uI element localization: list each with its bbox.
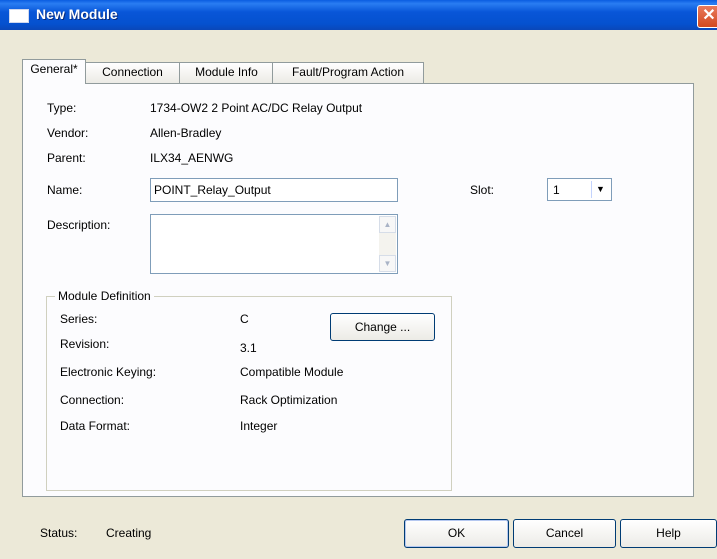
status-value: Creating xyxy=(106,526,152,540)
change-button[interactable]: Change ... xyxy=(330,313,435,341)
type-value: 1734-OW2 2 Point AC/DC Relay Output xyxy=(150,101,363,115)
connection-value: Rack Optimization xyxy=(240,393,338,407)
slot-select[interactable]: 1 ▼ xyxy=(547,178,612,201)
tab-module-info[interactable]: Module Info xyxy=(179,62,274,83)
parent-label: Parent: xyxy=(47,151,86,165)
window-icon xyxy=(9,9,29,23)
tab-connection[interactable]: Connection xyxy=(83,62,182,83)
module-definition-title: Module Definition xyxy=(55,289,154,303)
scroll-down-icon[interactable]: ▼ xyxy=(379,255,396,272)
name-label: Name: xyxy=(47,183,83,197)
parent-value: ILX34_AENWG xyxy=(150,151,234,165)
name-input[interactable]: POINT_Relay_Output xyxy=(150,178,398,202)
title-bar: New Module ✕ xyxy=(0,0,717,30)
type-label: Type: xyxy=(47,101,77,115)
electronic-keying-value: Compatible Module xyxy=(240,365,344,379)
series-label: Series: xyxy=(60,312,98,326)
window-title: New Module xyxy=(36,6,118,22)
description-textarea[interactable]: ▲ ▼ xyxy=(150,214,398,274)
help-button[interactable]: Help xyxy=(620,519,717,548)
slot-value: 1 xyxy=(553,183,560,197)
data-format-value: Integer xyxy=(240,419,278,433)
status-label: Status: xyxy=(40,526,78,540)
connection-label: Connection: xyxy=(60,393,125,407)
cancel-button[interactable]: Cancel xyxy=(513,519,616,548)
slot-label: Slot: xyxy=(470,183,495,197)
description-label: Description: xyxy=(47,218,111,232)
data-format-label: Data Format: xyxy=(60,419,131,433)
revision-label: Revision: xyxy=(60,337,110,351)
close-button[interactable]: ✕ xyxy=(697,5,717,28)
vendor-value: Allen-Bradley xyxy=(150,126,222,140)
series-value: C xyxy=(240,312,249,326)
tab-general[interactable]: General* xyxy=(22,59,86,84)
scroll-up-icon[interactable]: ▲ xyxy=(379,216,396,233)
description-scrollbar[interactable]: ▲ ▼ xyxy=(379,216,396,272)
chevron-down-icon[interactable]: ▼ xyxy=(591,181,609,198)
vendor-label: Vendor: xyxy=(47,126,89,140)
revision-value: 3.1 xyxy=(240,341,257,355)
electronic-keying-label: Electronic Keying: xyxy=(60,365,157,379)
ok-button[interactable]: OK xyxy=(404,519,509,548)
tab-fault-program-action[interactable]: Fault/Program Action xyxy=(272,62,424,83)
